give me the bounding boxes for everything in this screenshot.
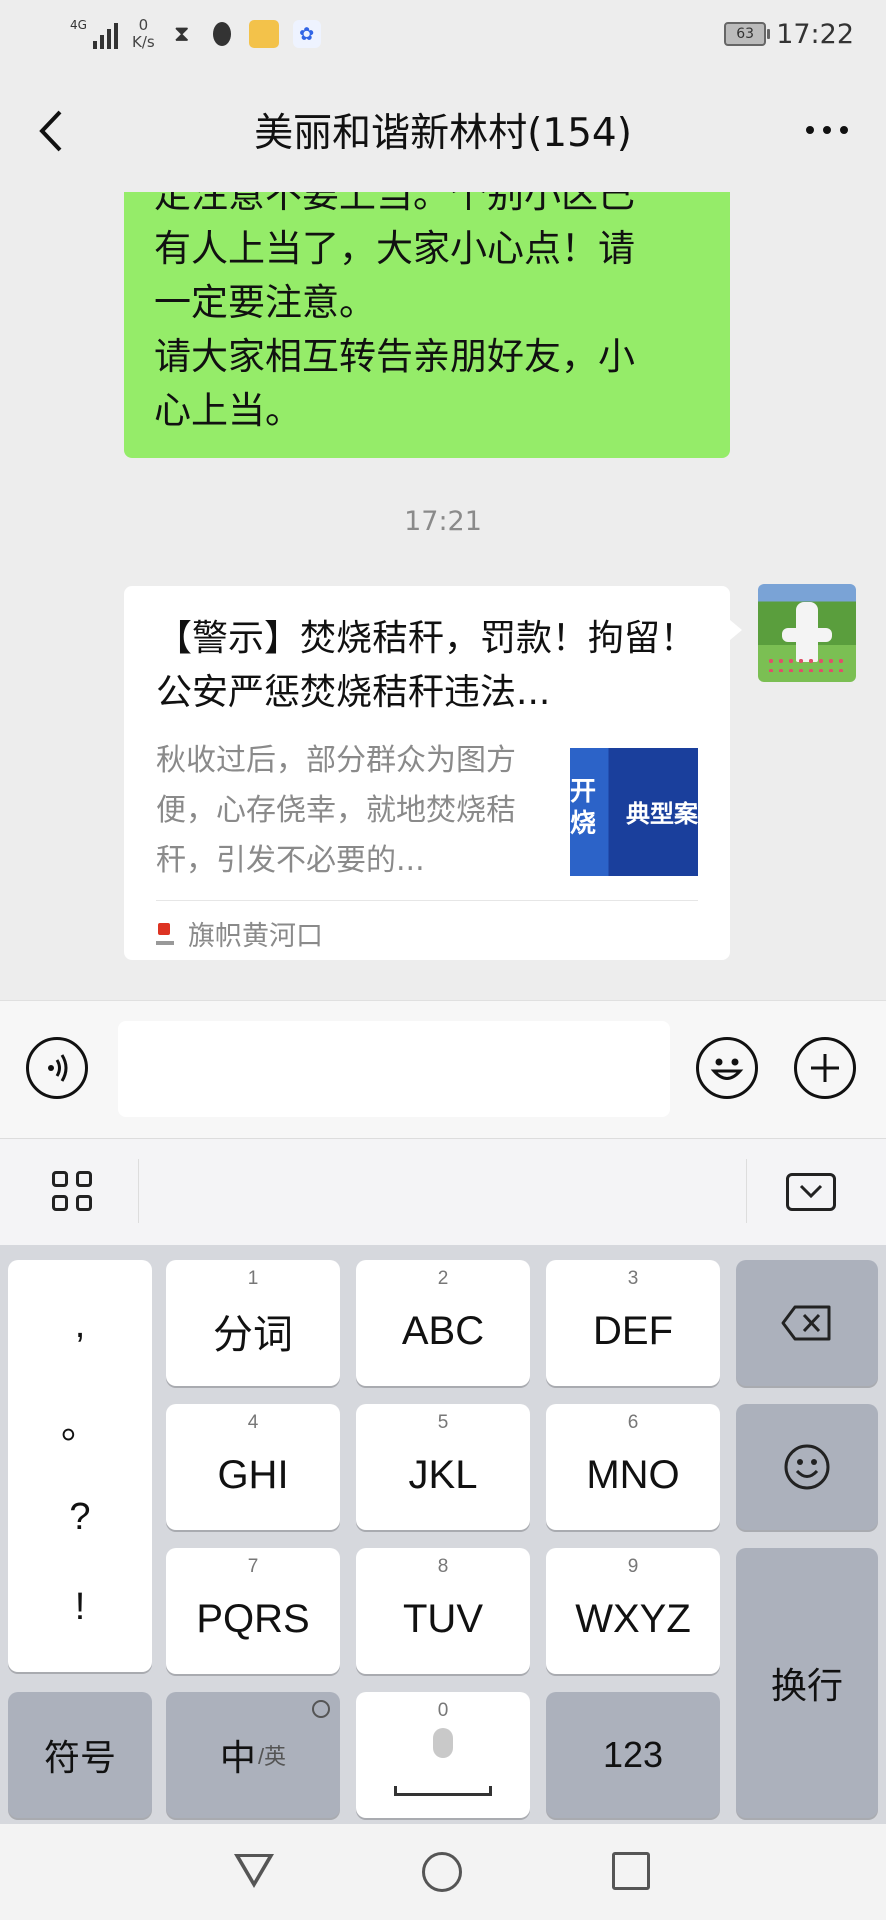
system-nav-bar bbox=[0, 1824, 886, 1920]
message-line: 一定要注意。 bbox=[154, 281, 376, 324]
emoji-key[interactable] bbox=[736, 1404, 878, 1530]
message-bubble[interactable]: 定注意不要上当。个别小区已 有人上当了，大家小心点！请 一定要注意。 请大家相互… bbox=[124, 192, 730, 458]
hourglass-icon: ⧗ bbox=[173, 21, 190, 47]
net-speed: 0 K/s bbox=[132, 16, 155, 51]
chat-title: 美丽和谐新林村(154) bbox=[254, 111, 632, 156]
key-8[interactable]: 8 TUV bbox=[356, 1548, 530, 1674]
backspace-icon bbox=[781, 1305, 831, 1341]
source-name: 旗帜黄河口 bbox=[188, 921, 323, 952]
key-6[interactable]: 6 MNO bbox=[546, 1404, 720, 1530]
emoji-icon[interactable] bbox=[696, 1037, 758, 1099]
language-toggle-key[interactable]: 中/英 bbox=[166, 1692, 340, 1818]
more-dots-icon[interactable] bbox=[806, 126, 848, 134]
article-title: 【警示】焚烧秸秆，罚款！拘留！公安严惩焚烧秸秆违法... bbox=[156, 618, 697, 713]
signal-icon: 4G bbox=[70, 17, 118, 51]
punct-comma[interactable]: , bbox=[75, 1304, 86, 1347]
symbols-key[interactable]: 符号 bbox=[8, 1692, 152, 1818]
app-icon bbox=[248, 20, 279, 48]
back-chevron-icon[interactable] bbox=[30, 104, 74, 158]
punct-period[interactable]: 。 bbox=[61, 1394, 99, 1449]
key-1[interactable]: 1 分词 bbox=[166, 1260, 340, 1386]
numbers-key[interactable]: 123 bbox=[546, 1692, 720, 1818]
penguin-icon bbox=[209, 20, 235, 48]
globe-icon bbox=[312, 1700, 330, 1718]
nav-back-icon[interactable] bbox=[234, 1854, 274, 1888]
source-logo-icon bbox=[156, 922, 174, 945]
key-4[interactable]: 4 GHI bbox=[166, 1404, 340, 1530]
status-bar: 4G 0 K/s ⧗ ✿ 63 17:22 bbox=[0, 0, 886, 68]
chat-header: 美丽和谐新林村(154) bbox=[0, 68, 886, 192]
message-line: 定注意不要上当。个别小区已 bbox=[154, 192, 635, 216]
network-type: 4G bbox=[70, 18, 87, 32]
smiley-icon bbox=[784, 1444, 830, 1490]
message-line: 心上当。 bbox=[154, 389, 302, 432]
voice-icon[interactable] bbox=[26, 1037, 88, 1099]
key-2[interactable]: 2 ABC bbox=[356, 1260, 530, 1386]
nav-recents-icon[interactable] bbox=[612, 1852, 650, 1890]
plus-icon[interactable] bbox=[794, 1037, 856, 1099]
key-3[interactable]: 3 DEF bbox=[546, 1260, 720, 1386]
microphone-icon bbox=[433, 1728, 453, 1758]
space-bar-icon bbox=[394, 1786, 492, 1796]
punct-exclaim[interactable]: ! bbox=[75, 1586, 86, 1629]
keyboard-collapse-icon[interactable] bbox=[786, 1173, 836, 1211]
article-thumbnail: 开 烧 典型案 bbox=[570, 748, 698, 876]
key-9[interactable]: 9 WXYZ bbox=[546, 1548, 720, 1674]
nav-home-icon[interactable] bbox=[422, 1852, 462, 1892]
message-line: 有人上当了，大家小心点！请 bbox=[154, 227, 635, 270]
paw-icon: ✿ bbox=[292, 20, 321, 48]
card-divider bbox=[156, 900, 698, 901]
thumbnail-left-text: 开 烧 bbox=[570, 777, 597, 839]
message-input[interactable] bbox=[118, 1021, 670, 1117]
chat-area[interactable]: 定注意不要上当。个别小区已 有人上当了，大家小心点！请 一定要注意。 请大家相互… bbox=[0, 192, 886, 1000]
thumbnail-text: 典型案 bbox=[626, 800, 698, 828]
input-bar bbox=[0, 1000, 886, 1139]
battery-icon: 63 bbox=[724, 22, 771, 46]
message-timestamp: 17:21 bbox=[404, 506, 482, 537]
avatar[interactable] bbox=[758, 584, 856, 682]
article-source: 旗帜黄河口 bbox=[156, 914, 323, 953]
article-card[interactable]: 【警示】焚烧秸秆，罚款！拘留！公安严惩焚烧秸秆违法... 秋收过后，部分群众为图… bbox=[124, 586, 742, 960]
keyboard: , 。 ? ! 1 分词 2 ABC 3 DEF 4 GHI 5 JKL 6 M… bbox=[0, 1138, 886, 1824]
backspace-key[interactable] bbox=[736, 1260, 878, 1386]
space-key[interactable]: 0 bbox=[356, 1692, 530, 1818]
grid-icon[interactable] bbox=[52, 1171, 94, 1213]
keyboard-toolbar bbox=[0, 1138, 886, 1245]
clock: 17:22 bbox=[776, 18, 854, 50]
key-7[interactable]: 7 PQRS bbox=[166, 1548, 340, 1674]
key-5[interactable]: 5 JKL bbox=[356, 1404, 530, 1530]
message-line: 请大家相互转告亲朋好友，小 bbox=[154, 335, 635, 378]
article-description: 秋收过后，部分群众为图方便，心存侥幸，就地焚烧秸秆，引发不必要的... bbox=[156, 743, 516, 878]
punctuation-key[interactable]: , 。 ? ! bbox=[8, 1260, 152, 1672]
enter-key[interactable]: 换行 bbox=[736, 1548, 878, 1818]
punct-question[interactable]: ? bbox=[69, 1496, 90, 1539]
